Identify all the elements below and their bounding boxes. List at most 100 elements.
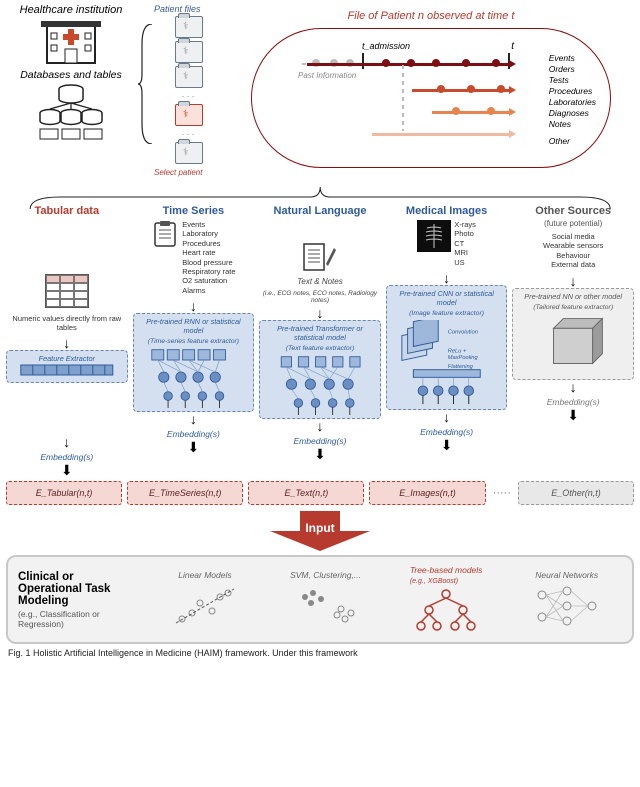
arrow-down-icon: ⬇ (188, 440, 200, 454)
input-arrow: Input (0, 509, 640, 551)
figure-caption: Fig. 1 Holistic Artificial Intelligence … (0, 644, 640, 658)
event-cat: Events (549, 53, 596, 64)
event-dot (487, 107, 495, 115)
notes-icon (302, 242, 338, 272)
list-item: US (454, 258, 476, 267)
other-title-sub: (future potential) (544, 219, 602, 228)
past-info-label: Past Information (298, 71, 356, 80)
model-label: Pre-trained RNN or statistical model (138, 317, 250, 335)
patient-timeline-block: File of Patient n observed at time t t_a… (228, 4, 634, 185)
model-tree: Tree-based models (e.g., XGBoost) (391, 565, 502, 634)
arrow-down-icon: ↓ (316, 419, 323, 433)
event-dot (407, 59, 415, 67)
event-dot (467, 85, 475, 93)
model-svm: SVM, Clustering,... (270, 570, 381, 629)
event-dot (382, 59, 390, 67)
feature-bar-icon (11, 363, 123, 377)
folder-icon: ⚕ (175, 16, 203, 38)
svg-text:Convolution: Convolution (448, 329, 478, 335)
list-item: Behaviour (543, 251, 603, 260)
institution-block: Healthcare institution Databases and tab… (6, 4, 136, 185)
notes-axis (432, 111, 510, 114)
cube-icon (534, 314, 612, 370)
model-label: Linear Models (178, 570, 231, 580)
model-label: Tree-based models (e.g., XGBoost) (410, 565, 483, 585)
folder-icon: ⚕ (175, 41, 203, 63)
event-cat: Procedures (549, 86, 596, 97)
timeline-pill: t_admission t Past Information (251, 28, 611, 168)
list-item: Laboratory (182, 229, 235, 238)
embedding-row: E_Tabular(n,t) E_TimeSeries(n,t) E_Text(… (0, 481, 640, 509)
arrow-down-icon: ↓ (190, 299, 197, 313)
ellipsis: ··· (182, 129, 197, 139)
event-dot (497, 85, 505, 93)
xray-icon (417, 220, 451, 252)
cnn-box: Pre-trained CNN or statistical model (Im… (386, 285, 508, 410)
arrow-down-icon: ↓ (570, 274, 577, 288)
other-items: Social media Wearable sensors Behaviour … (543, 232, 603, 270)
tree-label: Tree-based models (410, 565, 483, 575)
arrow-down-icon: ↓ (190, 412, 197, 426)
cnn-layers-icon: Convolution ReLu + MaxPooling Flattening (391, 320, 503, 406)
ellipsis: ····· (491, 487, 513, 499)
folder-icon: ⚕ (175, 142, 203, 164)
list-item: External data (543, 260, 603, 269)
e-tabular: E_Tabular(n,t) (6, 481, 122, 505)
arrow-down-icon: ↓ (63, 435, 70, 449)
hospital-icon (41, 19, 101, 65)
event-dot (462, 59, 470, 67)
col-tabular: Tabular data Numeric values directly fro… (6, 205, 128, 477)
admission-marker (362, 53, 364, 69)
arrow-down-icon: ⬇ (61, 463, 73, 477)
arrow-down-icon: ↓ (443, 410, 450, 424)
arrow-down-icon: ↓ (443, 271, 450, 285)
col-nlp: Natural Language Text & Notes (i.e., ECG… (259, 205, 381, 477)
left-brace (140, 4, 150, 185)
top-section: Healthcare institution Databases and tab… (0, 0, 640, 185)
t-label: t (511, 41, 514, 52)
model-sub: (Image feature extractor) (409, 310, 484, 317)
model-linear: Linear Models (150, 570, 261, 629)
clipboard-icon (151, 220, 179, 248)
model-label: SVM, Clustering,... (290, 570, 361, 580)
task-modeling-box: Clinical or Operational Task Modeling (e… (6, 555, 634, 644)
patient-timeline-title: File of Patient n observed at time t (228, 10, 634, 22)
event-cat: Laboratories (549, 97, 596, 108)
timeseries-items: Events Laboratory Procedures Heart rate … (182, 220, 235, 295)
rnn-net-icon (138, 348, 250, 408)
event-cat: Notes (549, 119, 596, 130)
svg-text:MaxPooling: MaxPooling (448, 355, 479, 361)
list-item: Social media (543, 232, 603, 241)
svg-text:Flattening: Flattening (448, 364, 474, 370)
patient-files-block: Patient files ⚕ ⚕ ⚕ ··· ⚕ ··· ⚕ Select p… (154, 4, 224, 185)
tree-sub: (e.g., XGBoost) (410, 578, 458, 585)
embed-label: Embedding(s) (40, 452, 93, 462)
nlp-caption: Text & Notes (297, 277, 343, 286)
tabular-desc: Numeric values directly from raw tables (6, 314, 128, 332)
task-sub: (e.g., Classification or Regression) (18, 609, 140, 629)
top-brace (0, 185, 640, 203)
arrow-down-icon: ↓ (316, 306, 323, 320)
list-item: X-rays (454, 220, 476, 229)
image-items: X-rays Photo CT MRI US (454, 220, 476, 267)
embed-label: Embedding(s) (420, 427, 473, 437)
list-item: Heart rate (182, 248, 235, 257)
arrow-down-icon: ⬇ (314, 447, 326, 461)
arrow-down-icon: ↓ (570, 380, 577, 394)
feature-extractor-box: Feature Extractor (6, 350, 128, 383)
input-label: Input (0, 521, 640, 535)
event-cat: Tests (549, 75, 596, 86)
folder-icon: ⚕ (175, 66, 203, 88)
select-patient-label: Select patient (154, 168, 224, 177)
transformer-box: Pre-trained Transformer or statistical m… (259, 320, 381, 419)
embed-label: Embedding(s) (167, 429, 220, 439)
list-item: CT (454, 239, 476, 248)
list-item: Alarms (182, 286, 235, 295)
folders: ⚕ ⚕ ⚕ ··· ⚕ ··· ⚕ (154, 16, 224, 164)
event-dot (437, 85, 445, 93)
svg-text:ReLu +: ReLu + (448, 348, 467, 354)
model-label: Feature Extractor (39, 354, 95, 363)
rnn-box: Pre-trained RNN or statistical model (Ti… (133, 313, 255, 412)
model-label: Neural Networks (535, 570, 598, 580)
list-item: Wearable sensors (543, 241, 603, 250)
